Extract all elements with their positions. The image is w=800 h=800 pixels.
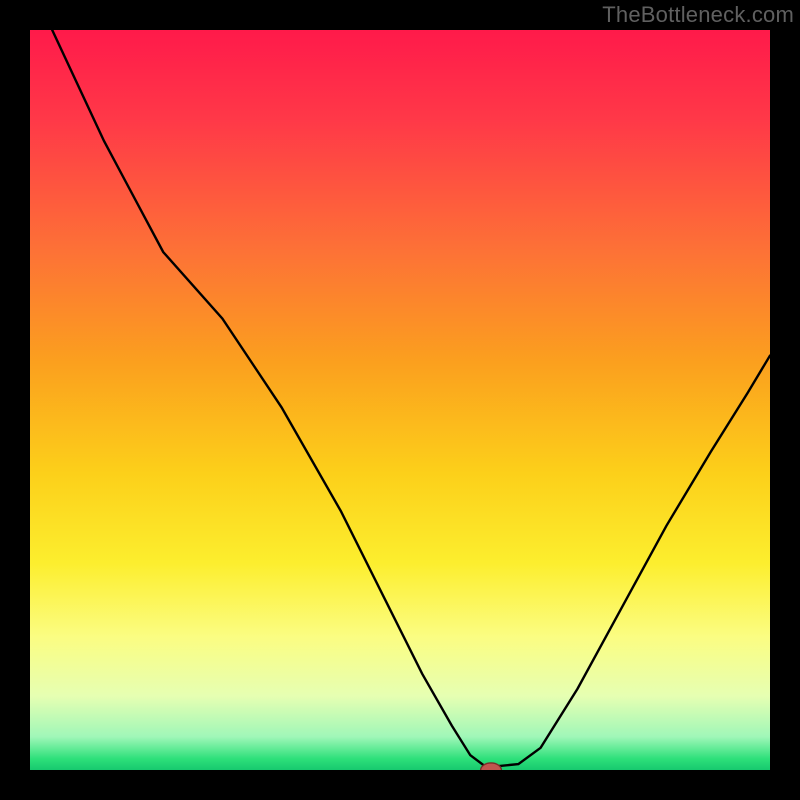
chart-frame: TheBottleneck.com <box>0 0 800 800</box>
watermark-text: TheBottleneck.com <box>602 2 794 28</box>
plot-area <box>30 30 770 770</box>
chart-svg <box>30 30 770 770</box>
gradient-background <box>30 30 770 770</box>
